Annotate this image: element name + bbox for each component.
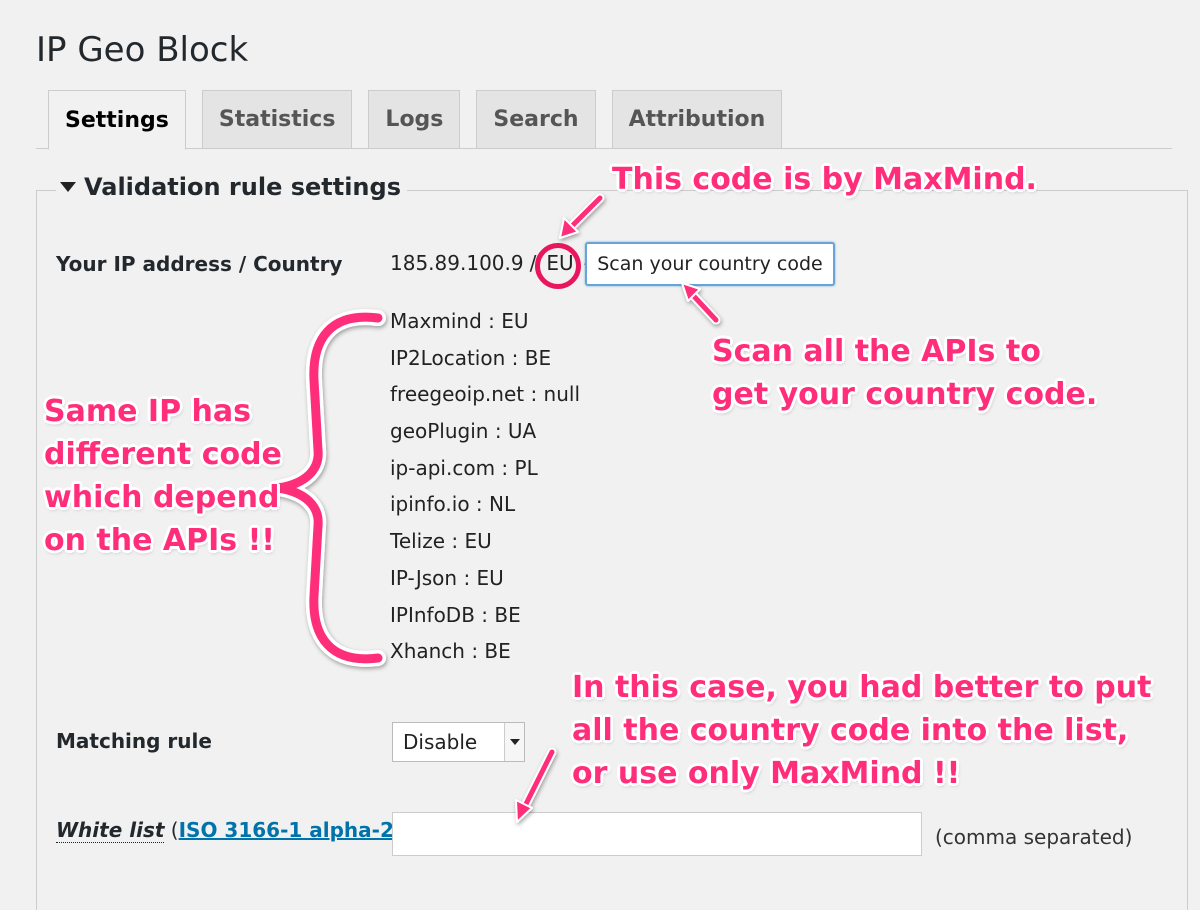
dropdown-arrow-icon (504, 723, 524, 761)
white-list-input[interactable] (392, 812, 922, 856)
annotation-line: get your country code. (712, 377, 1098, 412)
annotation-same-ip: Same IP has different code which depend … (44, 390, 282, 562)
section-toggle[interactable]: Validation rule settings (56, 173, 407, 201)
section-title: Validation rule settings (84, 173, 401, 201)
ip-country-label: Your IP address / Country (56, 252, 343, 276)
country-code: EU (535, 243, 582, 289)
matching-rule-select[interactable]: Disable (392, 722, 525, 762)
tab-settings[interactable]: Settings (48, 90, 186, 150)
list-item: ip-api.com : PL (390, 455, 538, 480)
caret-down-icon (60, 182, 76, 192)
page-title: IP Geo Block (36, 30, 249, 70)
list-item: IP-Json : EU (390, 565, 504, 590)
tab-statistics[interactable]: Statistics (201, 90, 353, 148)
annotation-line: In this case, you had better to put (572, 670, 1152, 705)
ip-address: 185.89.100.9 (390, 251, 524, 275)
tab-search[interactable]: Search (476, 90, 596, 148)
list-item: Maxmind : EU (390, 309, 529, 333)
tab-attribution[interactable]: Attribution (611, 90, 783, 148)
list-item: freegeoip.net : null (390, 382, 581, 407)
matching-rule-label: Matching rule (56, 729, 212, 753)
annotation-line: which depend (44, 480, 280, 515)
tab-divider (36, 148, 1172, 149)
list-item: IP2Location : BE (390, 345, 552, 370)
list-item: Telize : EU (390, 529, 492, 554)
annotation-line: on the APIs !! (44, 523, 275, 558)
white-list-label: White list (ISO 3166-1 alpha-2) (56, 818, 402, 843)
list-item: ipinfo.io : NL (390, 492, 516, 517)
list-item: geoPlugin : UA (390, 419, 537, 444)
api-results-list: Maxmind : EU IP2Location : BE freegeoip.… (390, 305, 580, 672)
scan-country-button[interactable]: Scan your country code (585, 242, 835, 286)
annotation-line: Scan all the APIs to (712, 334, 1041, 369)
paren: ( (170, 818, 179, 842)
white-list-term: White list (56, 818, 165, 843)
annotation-line: or use only MaxMind !! (572, 756, 961, 791)
iso-link[interactable]: ISO 3166-1 alpha-2 (179, 818, 394, 842)
tab-logs[interactable]: Logs (368, 90, 461, 148)
matching-rule-value: Disable (403, 730, 478, 754)
annotation-maxmind: This code is by MaxMind. (612, 162, 1037, 197)
annotation-line: different code (44, 437, 282, 472)
comma-note: (comma separated) (935, 825, 1133, 849)
list-item: Xhanch : BE (390, 639, 511, 664)
annotation-case: In this case, you had better to put all … (572, 666, 1151, 795)
list-item: IPInfoDB : BE (390, 602, 521, 627)
ip-country-value: 185.89.100.9 / EU - (390, 243, 591, 289)
annotation-line: Same IP has (44, 394, 251, 429)
annotation-line: all the country code into the list, (572, 713, 1129, 748)
annotation-scan: Scan all the APIs to get your country co… (712, 330, 1097, 416)
tab-bar: Settings Statistics Logs Search Attribut… (48, 90, 798, 150)
